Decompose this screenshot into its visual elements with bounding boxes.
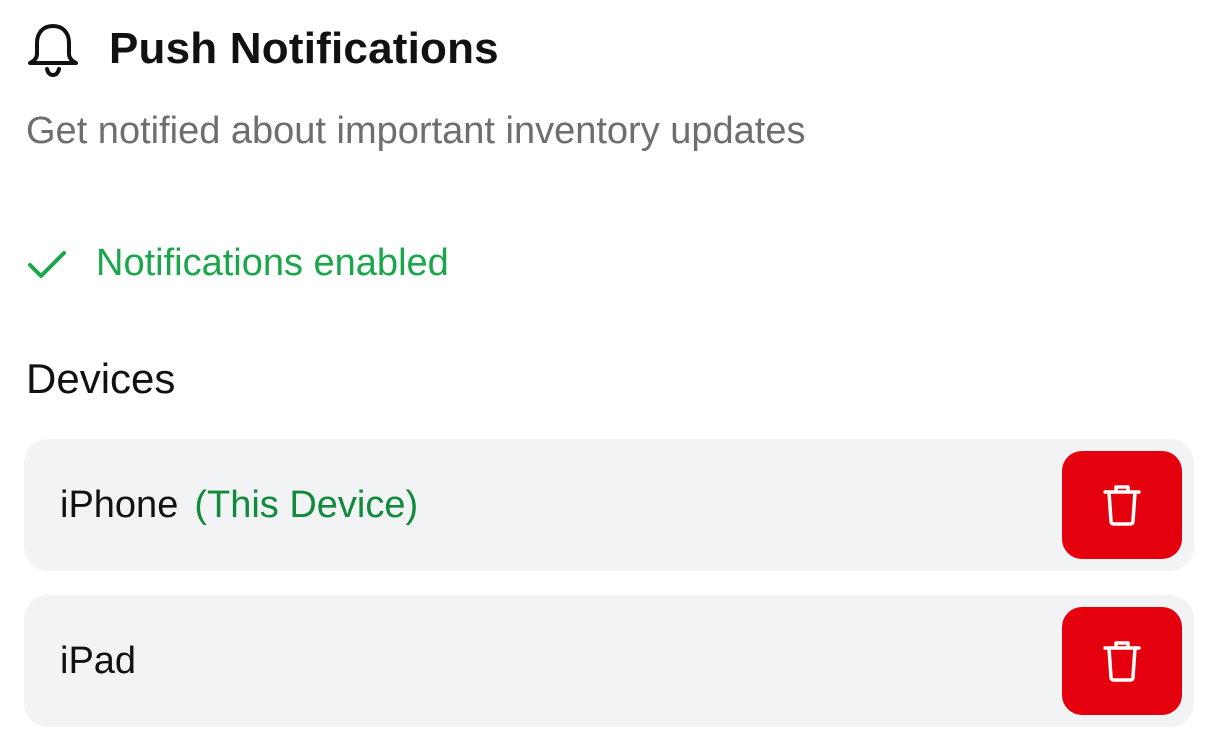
trash-icon <box>1102 639 1142 683</box>
delete-device-button[interactable] <box>1062 451 1182 559</box>
devices-heading: Devices <box>26 355 176 402</box>
delete-device-button[interactable] <box>1062 607 1182 715</box>
device-row: iPhone (This Device) <box>24 439 1194 571</box>
push-notifications-panel: Push Notifications Get notified about im… <box>0 0 1210 749</box>
status-text: Notifications enabled <box>96 242 449 284</box>
device-name: iPhone <box>60 483 179 526</box>
check-icon <box>26 243 68 285</box>
notifications-status: Notifications enabled <box>26 242 449 285</box>
this-device-tag: (This Device) <box>194 483 419 526</box>
device-name: iPad <box>60 639 137 682</box>
page-subtitle: Get notified about important inventory u… <box>26 110 806 152</box>
device-label: iPad <box>60 595 136 727</box>
device-label: iPhone (This Device) <box>60 439 418 571</box>
panel-header: Push Notifications <box>26 20 499 78</box>
page-title: Push Notifications <box>109 24 499 73</box>
bell-icon <box>26 20 80 78</box>
trash-icon <box>1102 483 1142 527</box>
device-row: iPad <box>24 595 1194 727</box>
